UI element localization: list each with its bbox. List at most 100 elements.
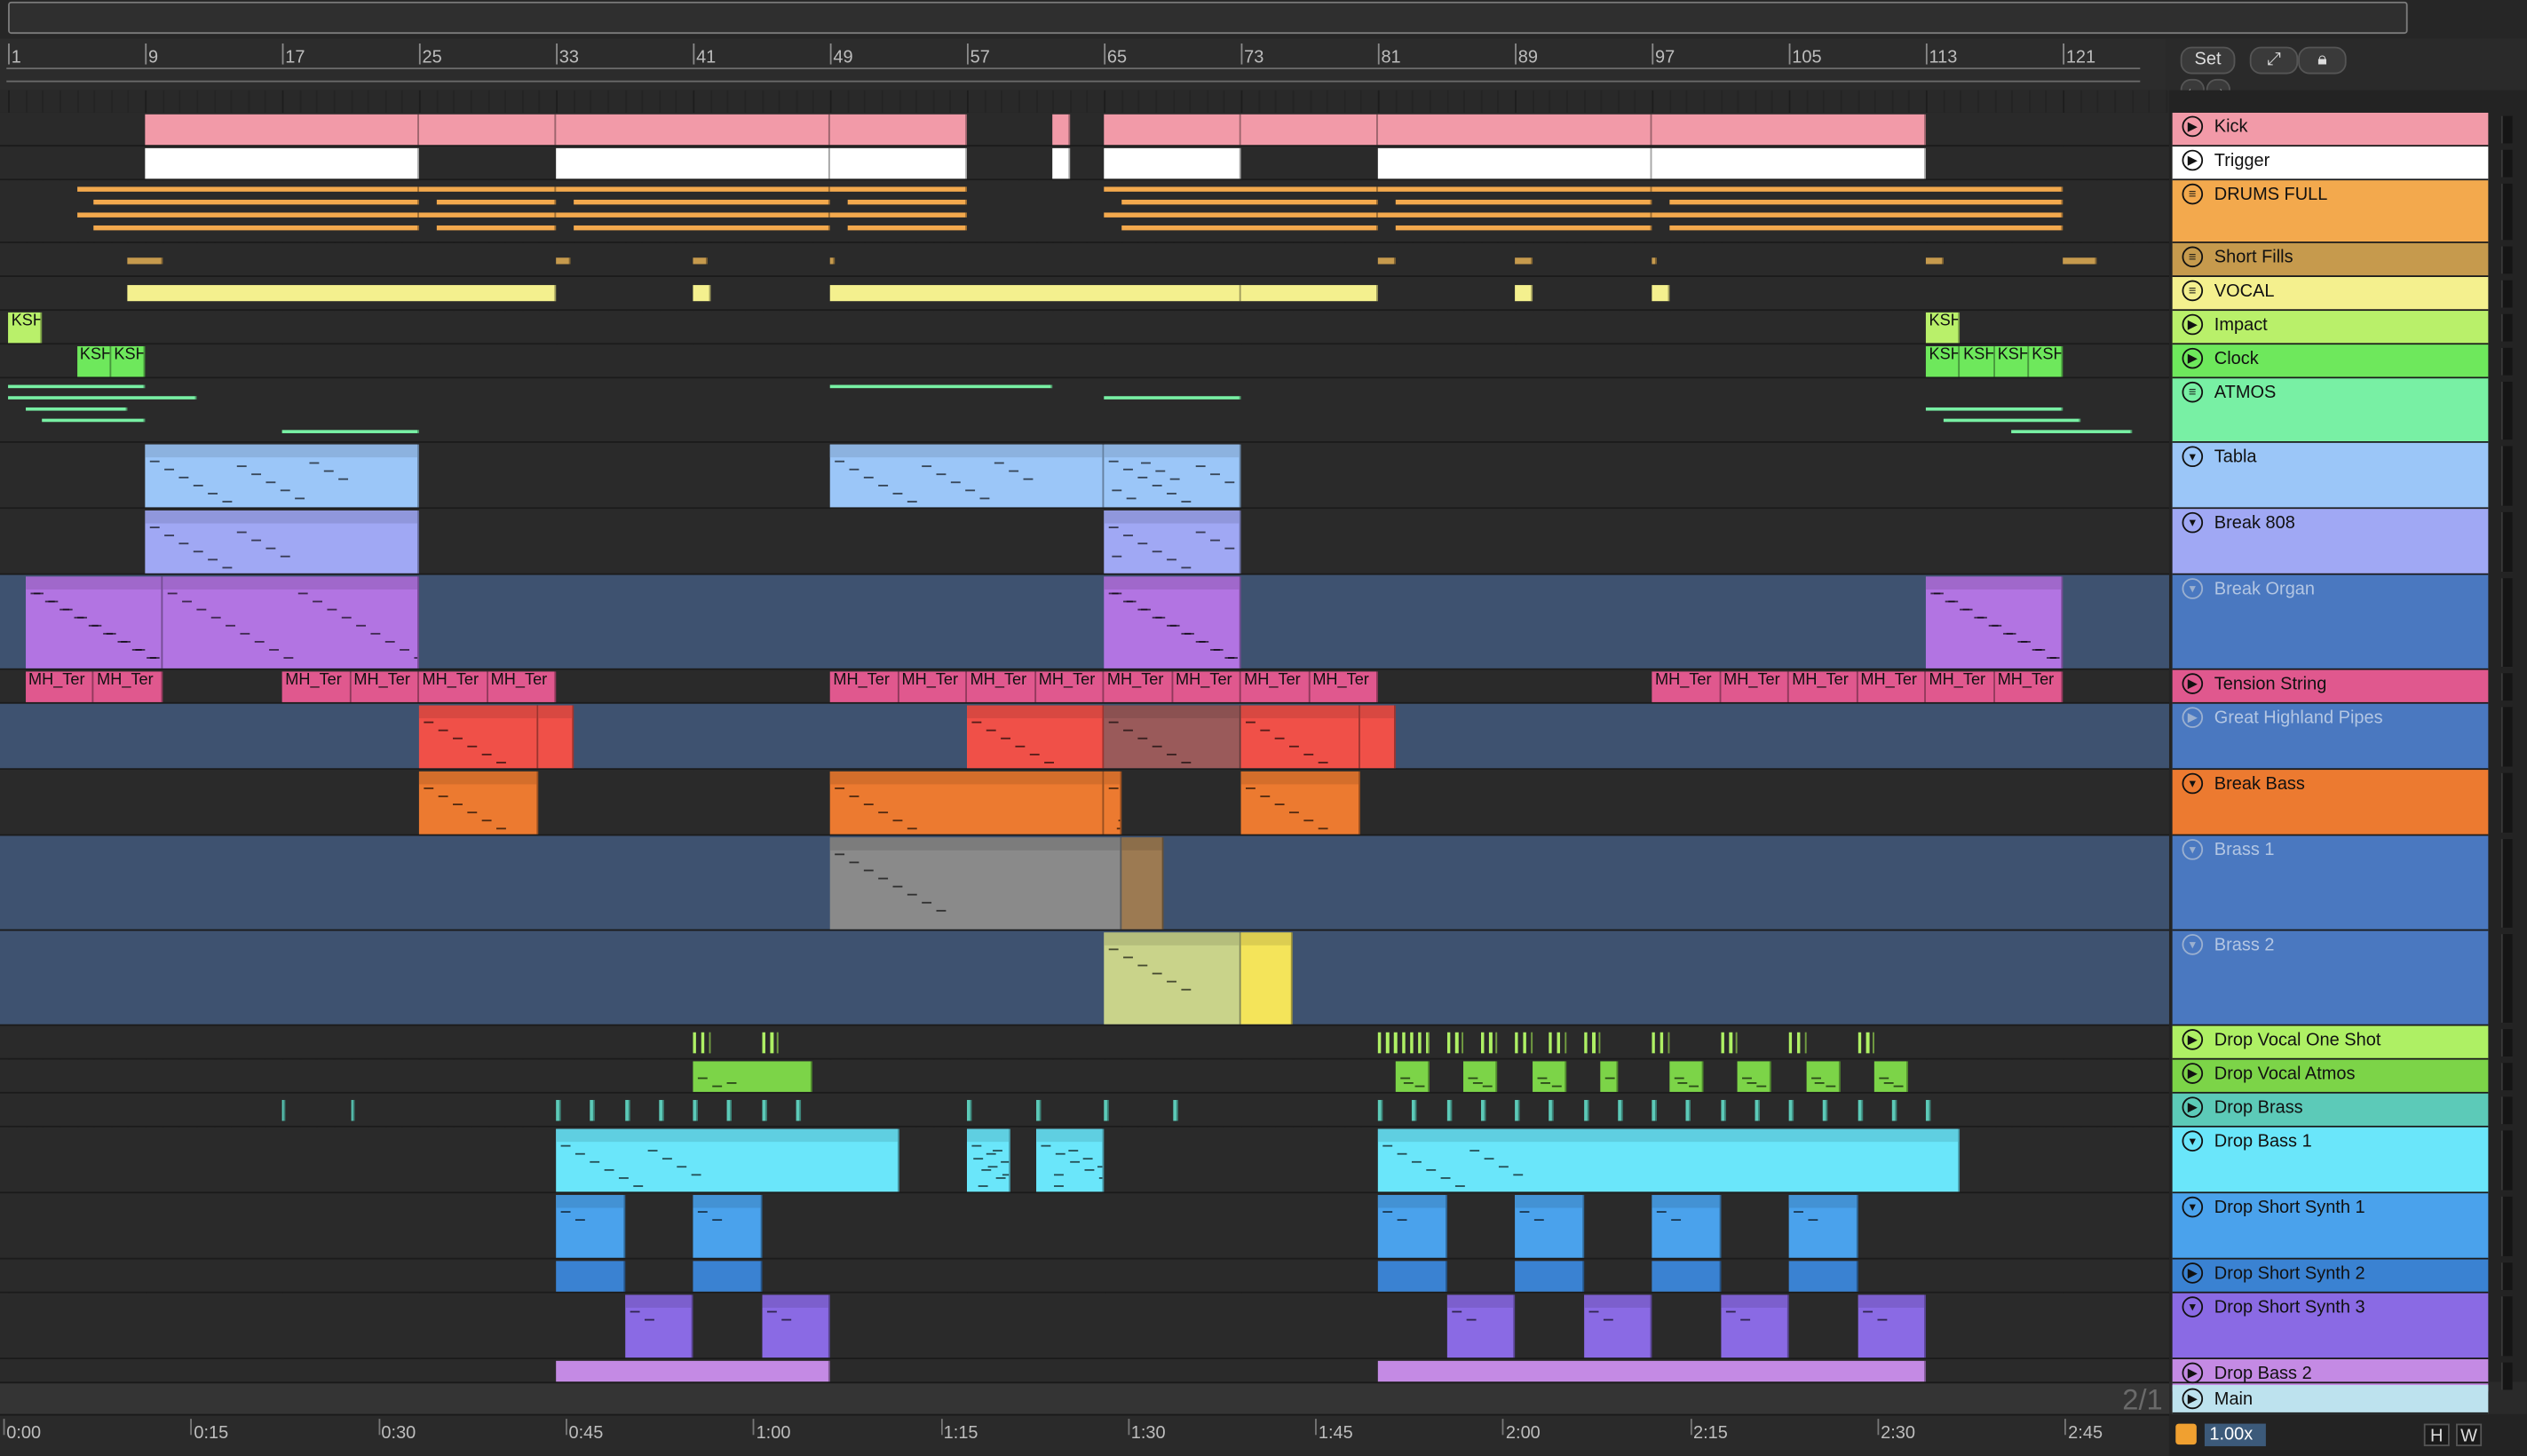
clip[interactable]: MH_Ter: [1652, 671, 1721, 702]
clip[interactable]: [556, 1128, 899, 1192]
clip[interactable]: [1395, 1061, 1430, 1092]
drum-clip-line[interactable]: [93, 225, 419, 231]
track-header[interactable]: ▾ Break Bass: [2172, 770, 2513, 836]
clip[interactable]: MH_Ter: [1788, 671, 1858, 702]
play-icon[interactable]: ▶: [2182, 1029, 2204, 1050]
track-header[interactable]: ▶ Tension String: [2172, 669, 2513, 704]
clip[interactable]: [145, 444, 419, 508]
brass-clip[interactable]: [1172, 1099, 1178, 1121]
track-header[interactable]: ▶ Great Highland Pipes: [2172, 703, 2513, 771]
clip[interactable]: [1035, 1128, 1105, 1192]
main-track-lane[interactable]: 2/1: [0, 1381, 2169, 1416]
track-header[interactable]: ≡ ATMOS: [2172, 378, 2513, 443]
drum-clip-line[interactable]: [829, 186, 967, 192]
vocal-clip[interactable]: [693, 285, 710, 302]
oneshot-clip[interactable]: [1446, 1032, 1464, 1054]
atmos-line[interactable]: [8, 396, 197, 400]
play-icon[interactable]: ▶: [2182, 707, 2204, 728]
brass-clip[interactable]: [350, 1099, 354, 1121]
atmos-line[interactable]: [2011, 430, 2132, 433]
clip[interactable]: [829, 114, 967, 146]
fold-icon[interactable]: ▾: [2182, 511, 2204, 534]
clip[interactable]: KSH: [2028, 346, 2064, 377]
vocal-clip[interactable]: [128, 285, 557, 302]
drum-clip-line[interactable]: [1104, 212, 1378, 218]
vocal-clip[interactable]: [1515, 285, 1533, 302]
clip[interactable]: [1104, 147, 1241, 179]
fill-clip[interactable]: [1377, 257, 1396, 265]
clip[interactable]: [556, 1360, 830, 1382]
oneshot-clip[interactable]: [761, 1032, 779, 1054]
clip[interactable]: [1788, 1194, 1858, 1258]
drum-clip-line[interactable]: [1377, 212, 1652, 218]
atmos-line[interactable]: [1925, 407, 2064, 411]
clip[interactable]: [1240, 771, 1361, 835]
brass-clip[interactable]: [1412, 1099, 1418, 1121]
brass-clip[interactable]: [1891, 1099, 1897, 1121]
drum-clip-line[interactable]: [1395, 199, 1652, 205]
fold-icon[interactable]: ▾: [2182, 1296, 2204, 1318]
clip[interactable]: [1377, 1128, 1961, 1192]
track-header[interactable]: ▾ Drop Short Synth 3: [2172, 1293, 2513, 1360]
play-icon[interactable]: ▶: [2182, 313, 2204, 336]
track-header[interactable]: ▾ Break 808: [2172, 509, 2513, 575]
clip[interactable]: [1652, 1261, 1721, 1292]
drum-clip-line[interactable]: [847, 225, 967, 231]
clip[interactable]: [829, 444, 1105, 508]
drum-clip-line[interactable]: [418, 212, 557, 218]
vocal-clip[interactable]: [829, 285, 1241, 302]
clip[interactable]: [1668, 1061, 1704, 1092]
brass-clip[interactable]: [556, 1099, 561, 1121]
fill-clip[interactable]: [829, 257, 836, 265]
clip[interactable]: [1104, 510, 1241, 574]
play-icon[interactable]: ▶: [2182, 149, 2204, 171]
group-icon[interactable]: ≡: [2182, 381, 2204, 403]
track-lane[interactable]: [0, 242, 2169, 278]
clip[interactable]: KSH: [110, 346, 146, 377]
fill-clip[interactable]: [128, 257, 162, 265]
clip[interactable]: MH_Ter: [829, 671, 899, 702]
atmos-line[interactable]: [1104, 396, 1241, 400]
clip[interactable]: KSH: [8, 312, 43, 344]
drum-clip-line[interactable]: [1668, 225, 2064, 231]
track-header[interactable]: ▾ Break Organ: [2172, 574, 2513, 670]
w-button[interactable]: W: [2456, 1423, 2483, 1446]
track-lane[interactable]: [0, 1059, 2169, 1094]
clip[interactable]: MH_Ter: [1720, 671, 1789, 702]
fill-clip[interactable]: [1652, 257, 1658, 265]
drum-clip-line[interactable]: [556, 186, 830, 192]
clip[interactable]: [693, 1261, 762, 1292]
oneshot-clip[interactable]: [1515, 1032, 1533, 1054]
track-lane[interactable]: [0, 1093, 2169, 1128]
oneshot-clip[interactable]: [1377, 1032, 1430, 1054]
clip[interactable]: [693, 1061, 813, 1092]
brass-clip[interactable]: [967, 1099, 972, 1121]
fill-clip[interactable]: [556, 257, 570, 265]
clip[interactable]: [967, 705, 1105, 769]
clip[interactable]: [1104, 771, 1121, 835]
drum-clip-line[interactable]: [418, 186, 557, 192]
clip[interactable]: MH_Ter: [25, 671, 94, 702]
clip[interactable]: KSH: [1994, 346, 2029, 377]
fill-clip[interactable]: [693, 257, 707, 265]
brass-clip[interactable]: [624, 1099, 630, 1121]
brass-clip[interactable]: [1480, 1099, 1486, 1121]
brass-clip[interactable]: [1857, 1099, 1863, 1121]
drum-clip-line[interactable]: [76, 186, 419, 192]
h-button[interactable]: H: [2423, 1423, 2450, 1446]
fold-icon[interactable]: ▾: [2182, 1196, 2204, 1218]
overview-frame[interactable]: [8, 1, 2408, 35]
clip[interactable]: [1463, 1061, 1498, 1092]
brass-clip[interactable]: [1788, 1099, 1794, 1121]
clip[interactable]: [1104, 932, 1241, 1025]
fold-icon[interactable]: ▾: [2182, 934, 2204, 955]
track-header[interactable]: ▶ Trigger: [2172, 146, 2513, 181]
clip[interactable]: [1446, 1294, 1516, 1358]
clip[interactable]: KSH: [1960, 346, 1995, 377]
oneshot-clip[interactable]: [1480, 1032, 1498, 1054]
track-header[interactable]: ▶ Clock: [2172, 344, 2513, 379]
clip[interactable]: [1805, 1061, 1841, 1092]
track-lanes[interactable]: KSH KSH KSH KSH KSH KSH KSH KSH MH_Ter MH_Ter MH_T…: [0, 90, 2169, 1382]
atmos-line[interactable]: [42, 418, 146, 423]
fill-clip[interactable]: [2063, 257, 2097, 265]
